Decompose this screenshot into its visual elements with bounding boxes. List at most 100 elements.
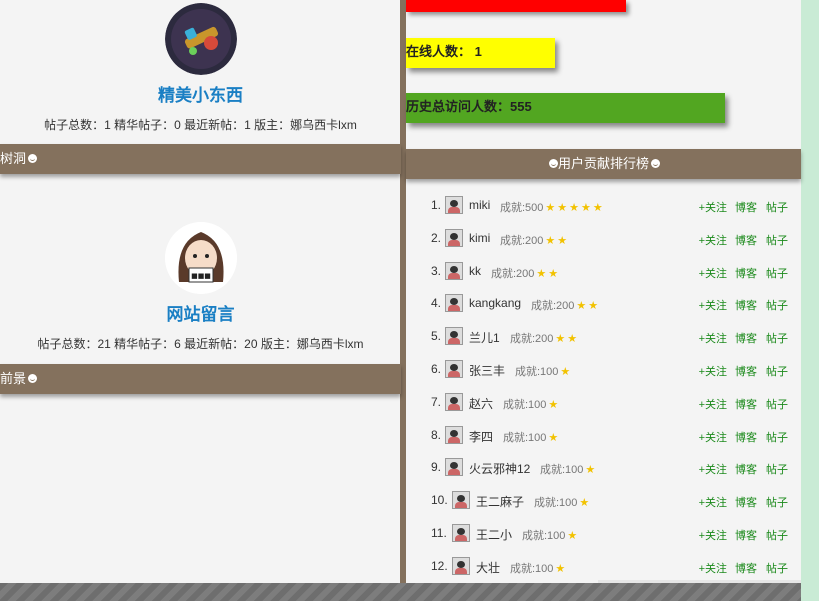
- follow-link[interactable]: +关注: [699, 494, 727, 510]
- blog-link[interactable]: 博客: [735, 297, 757, 313]
- online-count: 在线人数： 1: [406, 44, 482, 59]
- star-icon: ★: [567, 333, 578, 346]
- rank-number: 6.: [431, 361, 442, 376]
- blog-link[interactable]: 博客: [735, 429, 757, 445]
- category-bar[interactable]: 树洞: [0, 144, 401, 174]
- ranking-row: 3. kk 成就:200 ★ ★ +关注 博客 帖子: [406, 256, 801, 289]
- user-name[interactable]: 王二麻子: [476, 493, 524, 510]
- blog-link[interactable]: 博客: [735, 461, 757, 477]
- star-icon: ★: [560, 365, 571, 378]
- user-avatar-icon[interactable]: [445, 425, 463, 444]
- posts-link[interactable]: 帖子: [766, 560, 788, 576]
- smile-icon: [548, 159, 558, 169]
- star-icon: ★: [569, 202, 580, 214]
- user-score-text: 成就:500: [500, 202, 544, 214]
- star-icon: ★: [548, 267, 559, 280]
- smile-icon: [651, 159, 660, 169]
- blog-link[interactable]: 博客: [735, 527, 757, 543]
- follow-link[interactable]: +关注: [699, 265, 727, 281]
- follow-link[interactable]: +关注: [699, 429, 727, 445]
- blog-link[interactable]: 博客: [735, 363, 757, 379]
- user-avatar-icon[interactable]: [445, 261, 463, 280]
- star-icon: ★: [536, 267, 547, 280]
- category-bar[interactable]: 前景: [0, 364, 401, 394]
- user-avatar-icon[interactable]: [452, 491, 470, 510]
- star-icon: ★: [557, 202, 568, 214]
- star-icon: ★: [579, 497, 590, 510]
- star-icon: ★: [592, 202, 603, 214]
- blog-link[interactable]: 博客: [735, 199, 757, 215]
- user-name[interactable]: 张三丰: [469, 362, 505, 379]
- user-avatar-icon[interactable]: [445, 392, 463, 411]
- user-avatar-icon[interactable]: [445, 228, 463, 247]
- user-name[interactable]: kimi: [469, 231, 490, 245]
- blog-link[interactable]: 博客: [735, 232, 757, 248]
- posts-link[interactable]: 帖子: [766, 265, 788, 281]
- blog-link[interactable]: 博客: [735, 396, 757, 412]
- user-avatar-icon[interactable]: [445, 327, 463, 346]
- user-name[interactable]: kk: [469, 264, 481, 278]
- posts-link[interactable]: 帖子: [766, 363, 788, 379]
- posts-link[interactable]: 帖子: [766, 330, 788, 346]
- user-score-text: 成就:100: [540, 464, 584, 477]
- follow-link[interactable]: +关注: [699, 363, 727, 379]
- posts-link[interactable]: 帖子: [766, 232, 788, 248]
- follow-link[interactable]: +关注: [699, 232, 727, 248]
- posts-link[interactable]: 帖子: [766, 396, 788, 412]
- follow-link[interactable]: +关注: [699, 527, 727, 543]
- user-score: 成就:100 ★: [540, 461, 595, 477]
- follow-link[interactable]: +关注: [699, 560, 727, 576]
- forum-card-2: ■■■ 网站留言 帖子总数：21 精华帖子：6 最近新帖：20 版主：娜乌西卡l…: [0, 222, 401, 352]
- user-name[interactable]: 李四: [469, 428, 493, 445]
- user-name[interactable]: 火云邪神12: [469, 460, 530, 477]
- star-icon: ★: [581, 202, 591, 214]
- posts-link[interactable]: 帖子: [766, 199, 788, 215]
- user-avatar-icon[interactable]: [452, 523, 470, 542]
- posts-link[interactable]: 帖子: [766, 461, 788, 477]
- follow-link[interactable]: +关注: [699, 461, 727, 477]
- user-name[interactable]: miki: [469, 198, 490, 212]
- ranking-row: 11. 王二小 成就:100 ★ +关注 博客 帖子: [406, 518, 801, 551]
- user-name[interactable]: kangkang: [469, 296, 521, 310]
- blog-link[interactable]: 博客: [735, 330, 757, 346]
- user-name[interactable]: 赵六: [469, 395, 493, 412]
- user-name[interactable]: 大壮: [476, 559, 500, 576]
- forum-card-1: 精美小东西 帖子总数：1 精华帖子：0 最近新帖：1 版主：娜乌西卡lxm: [0, 3, 401, 133]
- user-avatar-icon[interactable]: [445, 196, 463, 214]
- user-score-text: 成就:200: [531, 300, 575, 313]
- rank-number: 12.: [431, 558, 448, 573]
- blog-link[interactable]: 博客: [735, 560, 757, 576]
- rank-number: 10.: [431, 493, 448, 508]
- ranking-row: 6. 张三丰 成就:100 ★ +关注 博客 帖子: [406, 354, 801, 387]
- follow-link[interactable]: +关注: [699, 330, 727, 346]
- blog-link[interactable]: 博客: [735, 265, 757, 281]
- posts-link[interactable]: 帖子: [766, 297, 788, 313]
- user-avatar-icon[interactable]: [445, 294, 463, 313]
- blog-link[interactable]: 博客: [735, 494, 757, 510]
- user-score-text: 成就:200: [510, 333, 554, 346]
- user-avatar-icon[interactable]: [445, 359, 463, 378]
- user-avatar-icon[interactable]: [452, 556, 470, 575]
- rank-number: 3.: [431, 263, 442, 278]
- forum-title[interactable]: 精美小东西: [0, 81, 401, 106]
- user-avatar-icon[interactable]: [445, 458, 463, 477]
- user-score: 成就:500 ★ ★ ★ ★ ★: [500, 199, 603, 215]
- ranking-list: 1. miki 成就:500 ★ ★ ★ ★ ★ +关注 博客 帖子 2. kimi 成就:200 ★ ★ +关…: [406, 190, 801, 584]
- posts-link[interactable]: 帖子: [766, 527, 788, 543]
- user-score: 成就:100 ★: [503, 429, 558, 445]
- follow-link[interactable]: +关注: [699, 297, 727, 313]
- forum-avatar-2[interactable]: ■■■: [164, 222, 237, 294]
- ranking-row: 9. 火云邪神12 成就:100 ★ +关注 博客 帖子: [406, 452, 801, 485]
- ranking-title: 用户贡献排行榜: [557, 156, 649, 171]
- posts-link[interactable]: 帖子: [766, 494, 788, 510]
- forum-title[interactable]: 网站留言: [0, 300, 401, 325]
- forum-avatar-1[interactable]: [164, 3, 237, 75]
- star-icon: ★: [555, 333, 566, 346]
- follow-link[interactable]: +关注: [699, 396, 727, 412]
- user-name[interactable]: 王二小: [476, 526, 512, 543]
- user-score: 成就:200 ★ ★: [500, 232, 567, 248]
- follow-link[interactable]: +关注: [699, 199, 727, 215]
- smile-icon: [28, 154, 38, 164]
- posts-link[interactable]: 帖子: [766, 429, 788, 445]
- user-name[interactable]: 兰儿1: [469, 329, 500, 346]
